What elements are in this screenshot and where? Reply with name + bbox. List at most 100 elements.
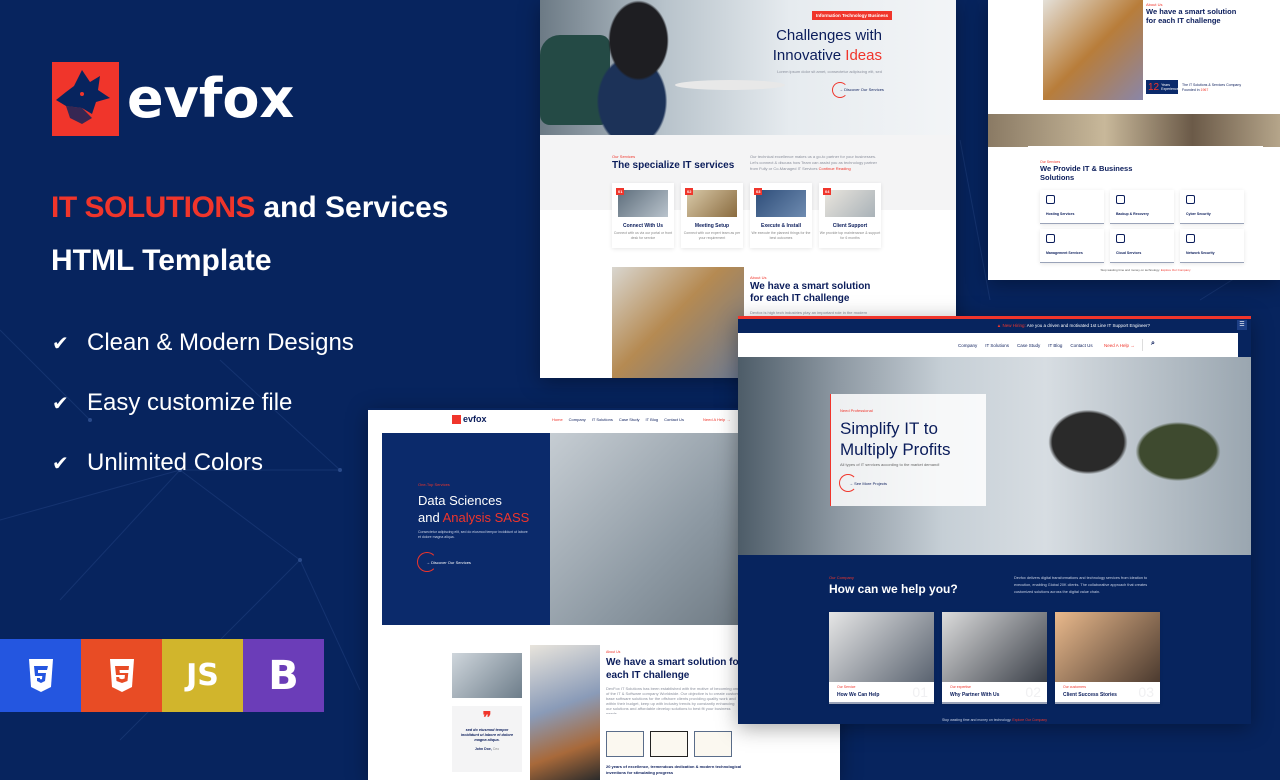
nav-cta[interactable]: Need A Help → — [1104, 343, 1135, 348]
founded-line: Founded in 1967 — [1182, 88, 1242, 93]
headline-rest: and Services — [255, 191, 449, 224]
nav-menu: Company IT Solutions Case Study IT Blog Cont… — [958, 343, 1093, 348]
service-tile[interactable]: Cloud Services — [1110, 229, 1174, 263]
html5-badge — [81, 639, 162, 712]
hero-title-highlight: Analysis SASS — [442, 510, 530, 525]
headline-line-1: IT SOLUTIONS and Services — [51, 181, 448, 234]
card-image — [618, 190, 668, 217]
nav-item[interactable]: Case Study — [619, 417, 640, 422]
nav-item[interactable]: Home — [552, 417, 563, 422]
quote-author: John Doe, Ceo — [452, 747, 522, 751]
nav-item[interactable]: Company — [569, 417, 586, 422]
search-icon[interactable]: ⌕ — [1151, 340, 1155, 348]
nav-item[interactable]: Contact Us — [664, 417, 684, 422]
hero-desc: Consectetur adipiscing elit, sed do eius… — [418, 530, 528, 539]
hero-title-text: Innovative — [772, 47, 846, 64]
hosting-icon — [1046, 195, 1055, 204]
service-tile[interactable]: Network Security — [1180, 229, 1244, 263]
hero-cta-label: Discover Our Services — [844, 87, 884, 92]
about-kicker: About Us — [750, 275, 767, 280]
hero-kicker: Need Professional — [840, 408, 873, 413]
service-tile-label: Hosting Services — [1046, 212, 1075, 216]
brand-logo: evfox — [52, 62, 294, 136]
hero-title-highlight: Ideas — [845, 47, 882, 64]
services-desc: Our technical excellence makes us a go-t… — [750, 154, 882, 172]
service-tile[interactable]: Cyber Security — [1180, 190, 1244, 224]
card-image — [1055, 612, 1160, 682]
preview-home-3: ▲ New Hiring: Are you a driven and motiv… — [738, 316, 1251, 724]
nav-item[interactable]: Case Study — [1017, 343, 1040, 348]
menu-icon[interactable]: ☰ — [1237, 320, 1247, 330]
company-title: How can we help you? — [829, 582, 958, 596]
service-card[interactable]: 01 Connect With Us Connect with us via our… — [612, 183, 674, 248]
hero-title-line-2: Innovative Ideas — [762, 46, 882, 66]
nav-cta[interactable]: Need A Help → — [703, 417, 730, 422]
service-tile[interactable]: Management Services — [1040, 229, 1104, 263]
quote-icon: ❞ — [482, 710, 492, 727]
hero-subtitle: Lorem ipsum dolor sit amet, consectetur … — [777, 69, 882, 74]
tech-badges: JS B — [0, 639, 324, 712]
hero-cta-button[interactable]: → See More Projects — [849, 481, 887, 486]
nav-logo[interactable]: evfox — [452, 414, 487, 424]
card-number: 01 — [616, 188, 625, 195]
company-kicker: Our Company — [829, 575, 854, 580]
card-desc: Connect with our expert team as per your… — [683, 231, 741, 240]
hero-kicker: One-Top Services — [418, 482, 450, 487]
card-number: 03 — [1138, 684, 1154, 700]
card-image — [825, 190, 875, 217]
nav-item[interactable]: IT Solutions — [592, 417, 613, 422]
service-tile[interactable]: Backup & Recovery — [1110, 190, 1174, 224]
author-role: Ceo — [492, 747, 500, 751]
service-card[interactable]: 03 Execute & Install We execute the planne… — [750, 183, 812, 248]
company-card[interactable]: Our Service How We Can Help 01 — [829, 612, 934, 704]
nav-cta-label: Need A Help — [703, 417, 726, 422]
feature-label: Easy customize file — [87, 389, 293, 416]
hero-title-text: and — [418, 510, 443, 525]
hero-title: Data Sciences and Analysis SASS — [418, 492, 529, 526]
certificate — [694, 731, 732, 757]
certificate — [606, 731, 644, 757]
card-kicker: Our customers — [1063, 685, 1086, 689]
about-desc: DevFox IT Solutions has been established… — [606, 686, 740, 714]
nav-item[interactable]: IT Solutions — [985, 343, 1009, 348]
founded-year: 1967 — [1200, 88, 1209, 92]
check-icon: ✔ — [52, 452, 69, 475]
card-title: Execute & Install — [760, 223, 801, 229]
about-kicker: About Us — [606, 650, 621, 654]
about-title: We have a smart solution for each IT cha… — [750, 281, 871, 304]
card-title: Client Support — [832, 223, 868, 229]
service-tile-label: Backup & Recovery — [1116, 212, 1149, 216]
company-desc: Devfox delivers digital transformations … — [1014, 576, 1148, 594]
about-title: We have a smart solution for each IT cha… — [606, 657, 743, 681]
card-number: 01 — [912, 684, 928, 700]
company-card[interactable]: Our expertise Why Partner With Us 02 — [942, 612, 1047, 704]
about-tall-photo — [530, 645, 600, 780]
nav-item[interactable]: Company — [958, 343, 977, 348]
card-number: 03 — [754, 188, 763, 195]
hero-cta-button[interactable]: → Discover Our Services — [839, 87, 884, 92]
css3-icon — [28, 658, 53, 692]
services-link[interactable]: Continue Reading — [819, 166, 851, 171]
service-card[interactable]: 04 Client Support We provide top maintenan… — [819, 183, 881, 248]
preview-about-services: About Us We have a smart solution for ea… — [988, 0, 1280, 280]
footer-link[interactable]: Explore Our Company — [1161, 268, 1191, 272]
company-card[interactable]: Our customers Client Success Stories 03 — [1055, 612, 1160, 704]
nav-item[interactable]: Contact Us — [1070, 343, 1092, 348]
about-title: We have a smart solution for each IT cha… — [1146, 7, 1237, 25]
check-icon: ✔ — [52, 392, 69, 415]
nav-item[interactable]: IT Blog — [1048, 343, 1062, 348]
service-tile[interactable]: Hosting Services — [1040, 190, 1104, 224]
hero-tag: Information Technology Business — [812, 11, 893, 20]
hero-box: Need Professional Simplify IT to Multiply… — [830, 394, 986, 506]
card-image — [687, 190, 737, 217]
feature-item: ✔ Easy customize file — [52, 388, 354, 418]
footer-note: Stop wasting time and money on technolog… — [738, 718, 1251, 722]
hero-title-line-2: Multiply Profits — [840, 440, 951, 459]
fox-head-icon — [452, 414, 461, 424]
footer-link[interactable]: Explore Our Company — [1012, 718, 1047, 722]
hero-cta-button[interactable]: → Discover Our Services — [426, 560, 471, 565]
nav-item[interactable]: IT Blog — [646, 417, 659, 422]
service-card[interactable]: 02 Meeting Setup Connect with our expert t… — [681, 183, 743, 248]
card-desc: Connect with us via our portal or front … — [613, 231, 673, 240]
backup-icon — [1116, 195, 1125, 204]
